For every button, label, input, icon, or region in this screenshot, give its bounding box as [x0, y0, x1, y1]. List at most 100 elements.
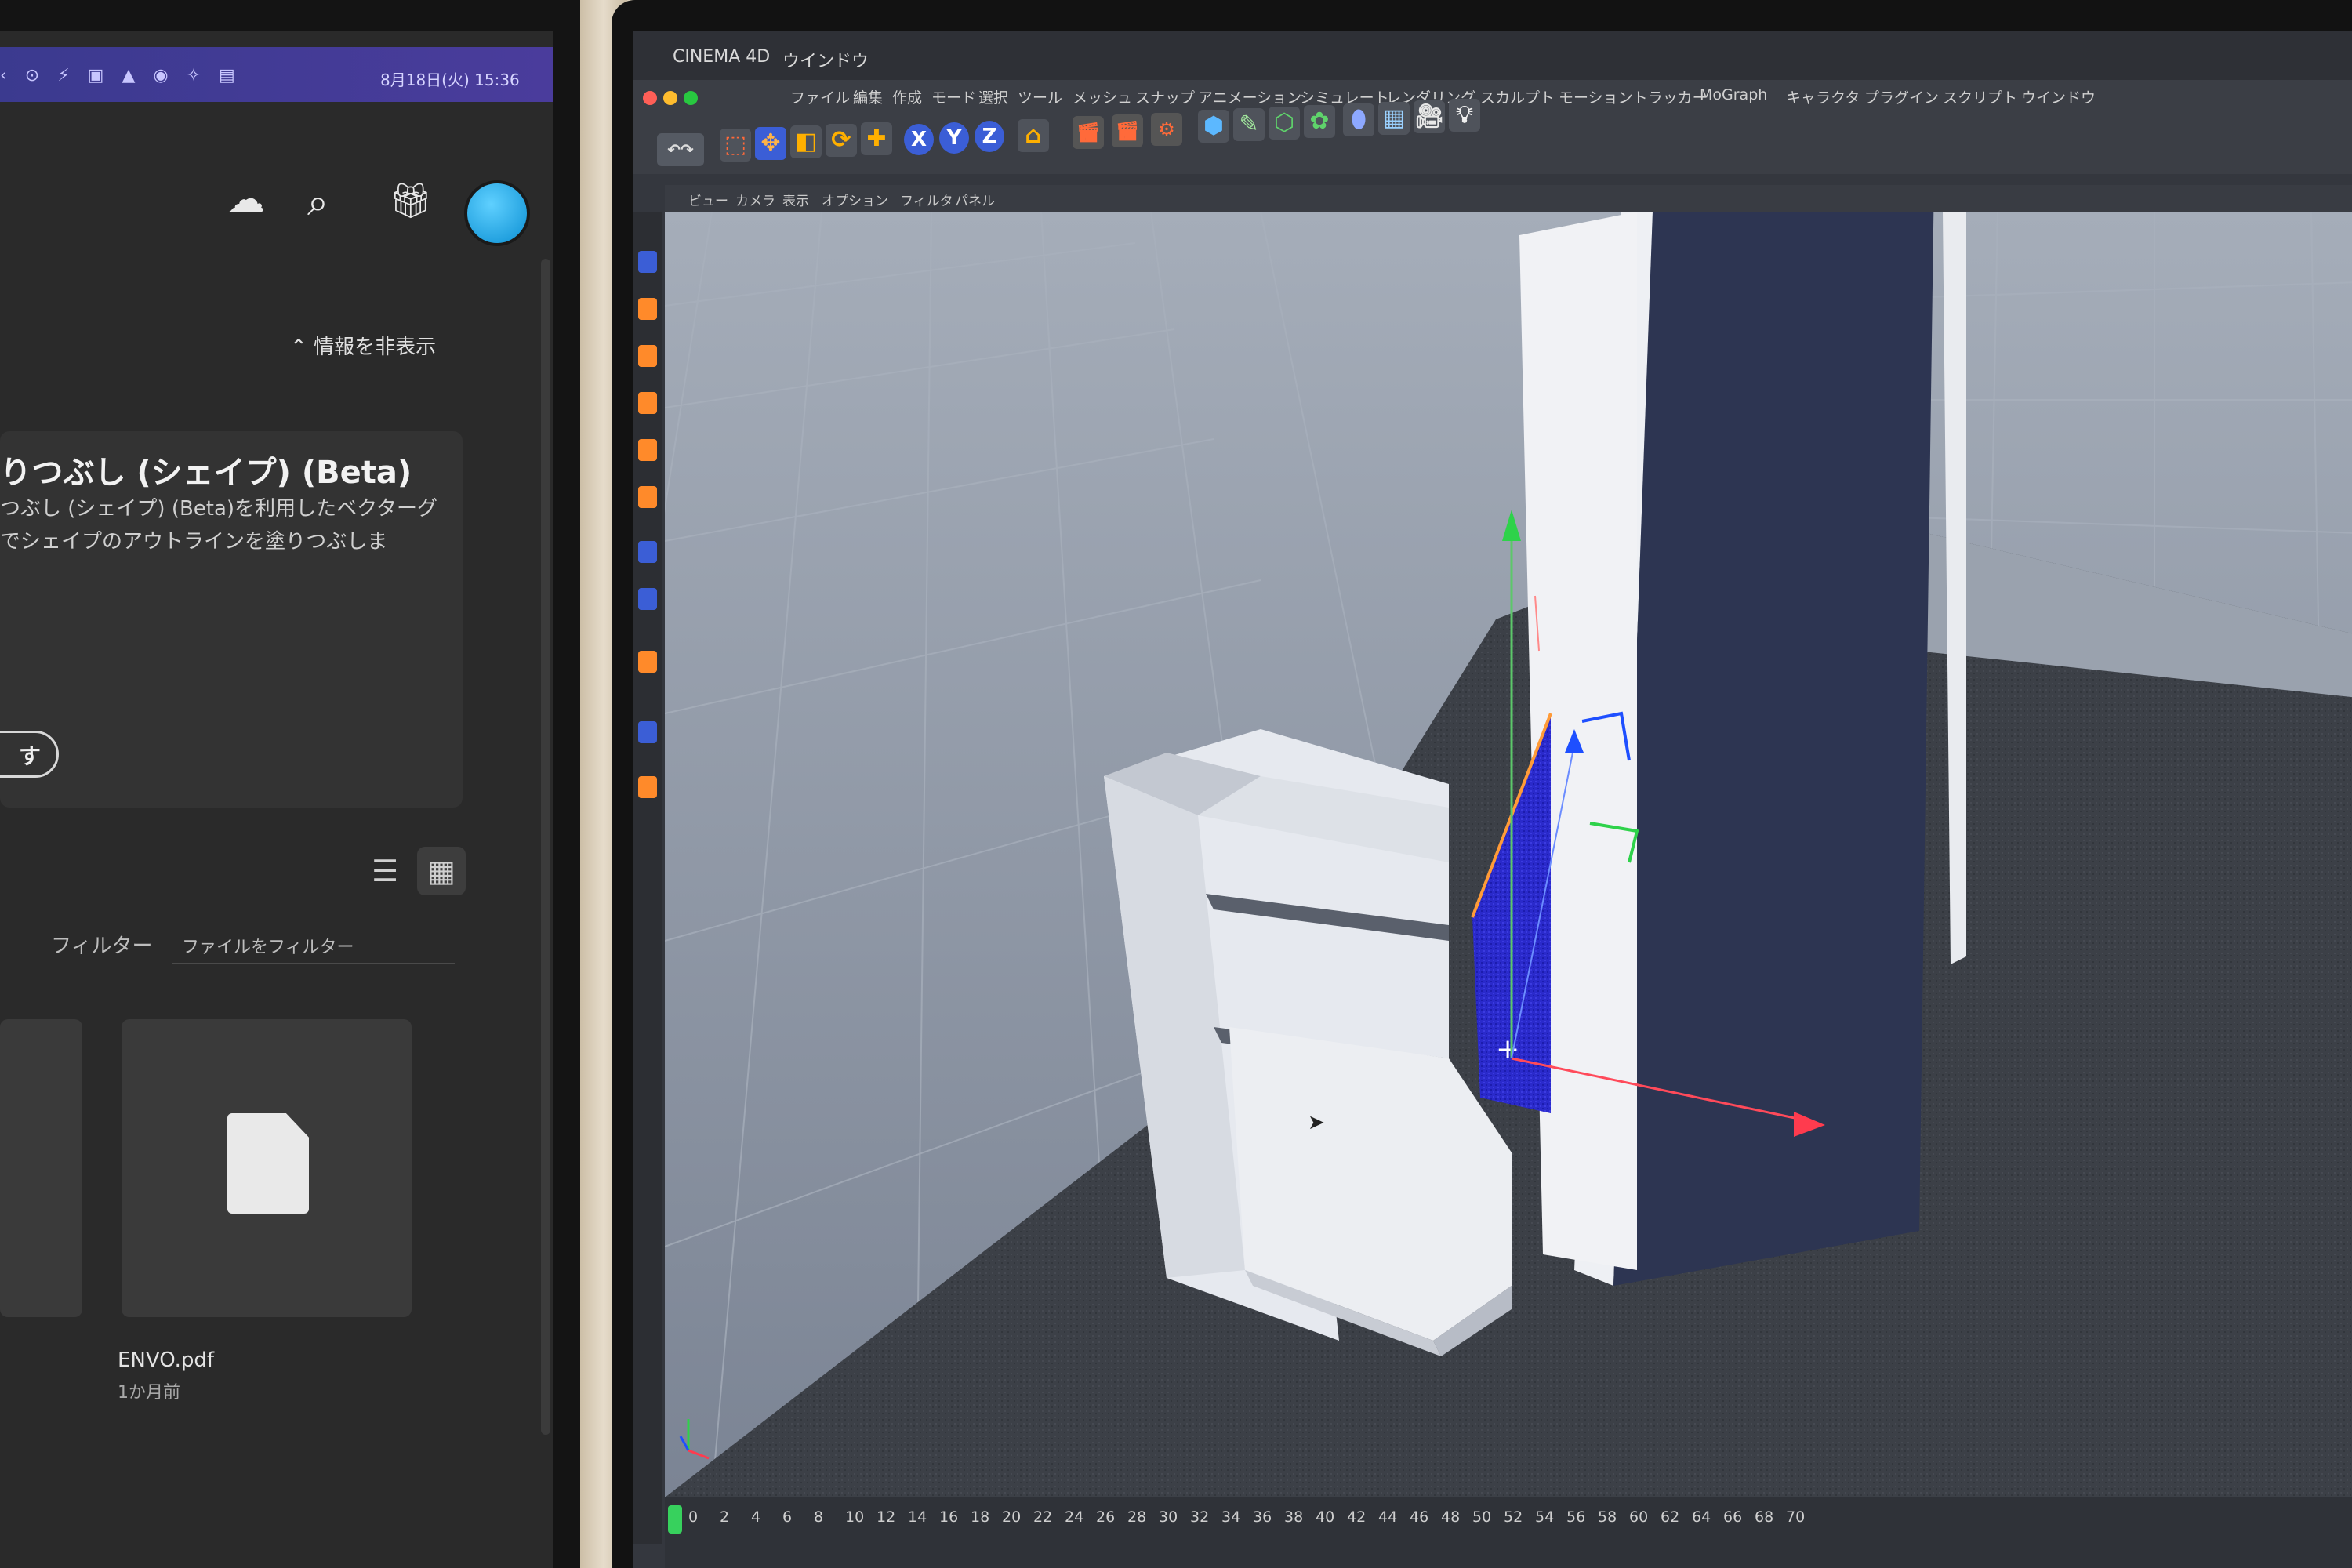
solo-mode-icon[interactable] — [638, 651, 657, 673]
undo-redo-icon[interactable]: ↶↷ — [657, 133, 704, 166]
menu-create[interactable]: 作成 — [892, 86, 922, 107]
snap-icon[interactable] — [638, 541, 657, 563]
timeline-tick: 32 — [1190, 1508, 1210, 1526]
3d-viewport[interactable]: + ➤ — [665, 212, 2352, 1497]
file-tile[interactable] — [0, 1019, 82, 1317]
edges-mode-icon[interactable] — [638, 298, 657, 320]
menu-snap[interactable]: スナップ — [1135, 86, 1195, 107]
render-settings-icon[interactable]: ⚙ — [1151, 113, 1182, 146]
render-view-icon[interactable]: 🎬︎ — [1073, 116, 1104, 149]
rotate-tool-icon[interactable]: ⟳ — [826, 124, 857, 157]
menu-edit[interactable]: 編集 — [853, 86, 883, 107]
app-name-menu[interactable]: CINEMA 4D — [673, 47, 770, 67]
status-icons[interactable]: ‹ ⊙ ⚡ ▣ ▲ ◉ ✧ ▤ — [0, 66, 241, 85]
filter-underline — [172, 963, 455, 964]
file-name[interactable]: ENVO.pdf — [118, 1348, 214, 1372]
recent-tool-icon[interactable]: ✚ — [861, 122, 892, 155]
workplane-icon[interactable] — [638, 486, 657, 508]
timeline-playhead[interactable] — [668, 1505, 682, 1534]
timeline-tick: 4 — [751, 1508, 761, 1526]
cloud-icon[interactable]: ☁ — [227, 177, 265, 221]
timeline-tick: 6 — [782, 1508, 793, 1526]
timeline-tick: 62 — [1661, 1508, 1680, 1526]
axis-x-button[interactable]: X — [904, 124, 934, 155]
right-monitor: CINEMA 4D ウインドウ ファイル 編集 作成 モード 選択 ツール メッ… — [612, 0, 2352, 1568]
menu-select[interactable]: 選択 — [978, 86, 1008, 107]
cube-icon[interactable]: ⬢ — [1198, 110, 1229, 143]
search-icon[interactable]: ⌕ — [307, 180, 328, 225]
mac-menubar: CINEMA 4D ウインドウ — [633, 31, 2352, 80]
hide-info-toggle[interactable]: ⌃ 情報を非表示 — [290, 331, 436, 360]
coordinate-system-icon[interactable]: ⌂ — [1018, 119, 1049, 152]
timeline-tick: 54 — [1535, 1508, 1555, 1526]
texture-mode-icon[interactable] — [638, 439, 657, 461]
list-view-icon[interactable]: ☰ — [361, 847, 409, 895]
points-mode-icon[interactable] — [638, 251, 657, 273]
grid-view-icon[interactable]: ▦ — [417, 847, 466, 895]
view-menu-camera[interactable]: カメラ — [735, 190, 775, 209]
close-window-button[interactable] — [643, 91, 657, 105]
menu-mesh[interactable]: メッシュ — [1073, 86, 1132, 107]
spline-pen-icon[interactable]: ✎ — [1233, 108, 1265, 141]
model-mode-icon[interactable] — [638, 392, 657, 414]
viewport-solo-icon[interactable] — [638, 721, 657, 743]
tall-wall-side — [1613, 212, 1934, 1286]
minimize-window-button[interactable] — [663, 91, 677, 105]
timeline-tick: 2 — [720, 1508, 730, 1526]
view-menu-options[interactable]: オプション — [822, 190, 888, 209]
menu-file[interactable]: ファイル — [790, 86, 850, 107]
view-menu-filter[interactable]: フィルタ — [900, 190, 953, 209]
file-date: 1か月前 — [118, 1383, 180, 1403]
avatar[interactable] — [464, 180, 530, 246]
menu-sculpt[interactable]: スカルプト — [1480, 86, 1555, 107]
gift-icon[interactable]: 🎁︎ — [389, 180, 433, 221]
polygons-mode-icon[interactable] — [638, 345, 657, 367]
timeline[interactable]: 0 2 4 6 8 10 12 14 16 18 20 22 24 26 28 … — [665, 1497, 2352, 1568]
viewport-canvas[interactable]: + ➤ — [665, 212, 2352, 1497]
locked-workplane-icon[interactable] — [638, 588, 657, 610]
axis-mode-icon[interactable] — [638, 776, 657, 798]
light-bulb-icon[interactable]: 💡︎ — [1449, 99, 1480, 132]
menu-mode[interactable]: モード — [931, 86, 976, 107]
move-tool-icon[interactable]: ✥ — [755, 127, 786, 160]
file-filter-tab[interactable]: ファイルをフィルター — [182, 933, 354, 958]
view-menu-display[interactable]: 表示 — [782, 190, 809, 209]
left-monitor: ‹ ⊙ ⚡ ▣ ▲ ◉ ✧ ▤ 8月18日(火) 15:36 ☁ ⌕ 🎁︎ ⌃ … — [0, 0, 588, 1568]
floor-icon[interactable]: ▦ — [1378, 102, 1410, 135]
view-menu-view[interactable]: ビュー — [688, 190, 728, 209]
menu-plugins[interactable]: プラグイン — [1864, 86, 1939, 107]
window-menu[interactable]: ウインドウ — [782, 47, 869, 72]
timeline-tick: 48 — [1441, 1508, 1461, 1526]
menu-mograph[interactable]: MoGraph — [1700, 86, 1767, 103]
cloner-icon[interactable]: ✿ — [1304, 105, 1335, 138]
filter-tab[interactable]: フィルター — [51, 930, 152, 959]
menu-script[interactable]: スクリプト — [1943, 86, 2017, 107]
menu-character[interactable]: キャラクタ — [1786, 86, 1860, 107]
view-menu-panel[interactable]: パネル — [955, 190, 995, 209]
subdivision-surface-icon[interactable]: ⬡ — [1269, 107, 1300, 140]
axis-z-button[interactable]: Z — [975, 121, 1004, 152]
feature-cta-button[interactable]: す — [0, 731, 59, 778]
left-tool-palette — [633, 212, 662, 1544]
scrollbar[interactable] — [541, 259, 550, 1435]
axis-y-button[interactable]: Y — [939, 122, 969, 154]
timeline-tick: 18 — [971, 1508, 990, 1526]
timeline-tick: 70 — [1786, 1508, 1806, 1526]
timeline-tick: 24 — [1065, 1508, 1084, 1526]
menubar-clock[interactable]: 8月18日(火) 15:36 — [380, 67, 520, 90]
timeline-tick: 60 — [1629, 1508, 1649, 1526]
feature-description: つぶし (シェイプ) (Beta)を利用したベクターグ でシェイプのアウトライン… — [0, 492, 439, 558]
timeline-tick: 40 — [1316, 1508, 1335, 1526]
select-tool-icon[interactable]: ⬚ — [720, 129, 751, 162]
camera-icon[interactable]: 🎥︎ — [1414, 100, 1445, 133]
feature-title: りつぶし (シェイプ) (Beta) — [0, 455, 412, 491]
menu-tools[interactable]: ツール — [1018, 86, 1062, 107]
menu-animation[interactable]: アニメーション — [1198, 86, 1301, 107]
menu-window[interactable]: ウインドウ — [2021, 86, 2096, 107]
render-picture-viewer-icon[interactable]: 🎬︎ — [1112, 114, 1143, 147]
timeline-tick: 58 — [1598, 1508, 1617, 1526]
menu-motion-tracker[interactable]: モーショントラッカー — [1559, 86, 1708, 107]
deformer-icon[interactable]: ⬮ — [1343, 103, 1374, 136]
zoom-window-button[interactable] — [684, 91, 698, 105]
scale-tool-icon[interactable]: ◧ — [790, 125, 822, 158]
